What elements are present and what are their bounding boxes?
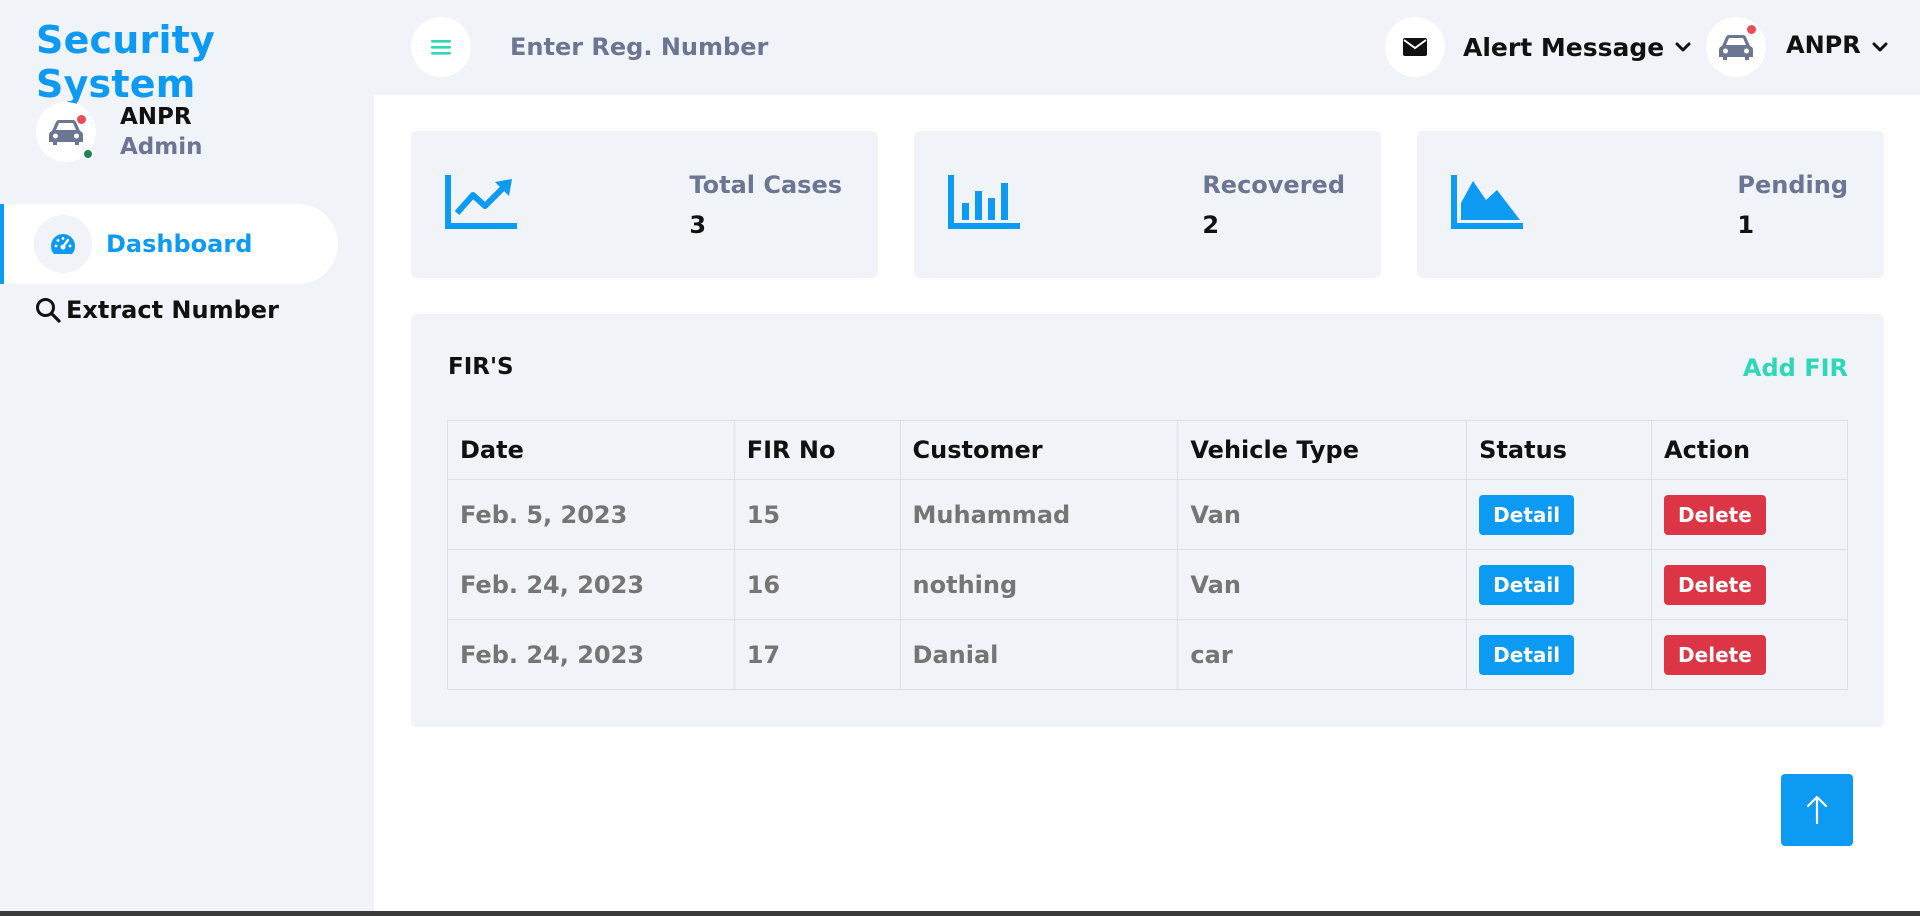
- table-row: Feb. 24, 2023 16 nothing Van Detail Dele…: [447, 549, 1848, 620]
- chart-line-icon: [445, 175, 517, 229]
- delete-button[interactable]: Delete: [1664, 564, 1766, 605]
- stat-value: 2: [1202, 211, 1220, 239]
- stat-card-recovered: Recovered 2: [914, 131, 1381, 278]
- back-to-top-button[interactable]: [1781, 774, 1853, 846]
- sidebar: Security System ANPR Admin Dashboard Ext…: [0, 0, 374, 916]
- cell-status: Detail: [1466, 479, 1653, 550]
- notification-dot: [1747, 25, 1756, 34]
- user-avatar[interactable]: [1706, 17, 1766, 77]
- table-header-row: Date FIR No Customer Vehicle Type Status…: [447, 420, 1848, 480]
- dashboard-gauge-icon: [34, 215, 92, 273]
- fir-panel: FIR'S Add FIR Date FIR No Customer Vehic…: [411, 314, 1884, 727]
- column-header-action: Action: [1651, 420, 1848, 480]
- envelope-icon: [1403, 38, 1427, 56]
- stat-value: 1: [1737, 211, 1755, 239]
- avatar: [36, 102, 96, 162]
- table-row: Feb. 24, 2023 17 Danial car Detail Delet…: [447, 619, 1848, 690]
- sidebar-item-extract-number[interactable]: Extract Number: [34, 296, 279, 324]
- sidebar-item-label: Extract Number: [66, 296, 279, 324]
- reg-number-search-input[interactable]: [510, 26, 930, 68]
- cell-status: Detail: [1466, 549, 1653, 620]
- stat-value: 3: [689, 211, 707, 239]
- cell-date: Feb. 24, 2023: [447, 619, 735, 690]
- detail-button[interactable]: Detail: [1479, 564, 1575, 605]
- add-fir-link[interactable]: Add FIR: [1743, 354, 1848, 382]
- user-name-label: ANPR: [1786, 31, 1861, 59]
- chevron-down-icon: [1675, 42, 1691, 52]
- user-menu-dropdown[interactable]: ANPR: [1706, 17, 1889, 77]
- column-header-vehicle-type: Vehicle Type: [1177, 420, 1468, 480]
- detail-button[interactable]: Detail: [1479, 634, 1575, 675]
- profile-block: ANPR Admin: [36, 102, 203, 162]
- search-icon: [36, 298, 61, 323]
- car-icon: [1719, 35, 1753, 60]
- stat-title: Pending: [1737, 171, 1848, 199]
- cell-date: Feb. 24, 2023: [447, 549, 735, 620]
- cell-customer: nothing: [899, 549, 1179, 620]
- cell-vehicle-type: car: [1177, 619, 1468, 690]
- top-header: Alert Message ANPR: [374, 0, 1920, 95]
- cell-date: Feb. 5, 2023: [447, 479, 735, 550]
- alert-message-label: Alert Message: [1463, 32, 1665, 62]
- fir-table: Date FIR No Customer Vehicle Type Status…: [447, 420, 1848, 690]
- taskbar-edge: [0, 911, 1920, 916]
- delete-button[interactable]: Delete: [1664, 494, 1766, 535]
- stat-card-total-cases: Total Cases 3: [411, 131, 878, 278]
- brand-title[interactable]: Security System: [36, 18, 374, 106]
- delete-button[interactable]: Delete: [1664, 634, 1766, 675]
- stat-title: Total Cases: [689, 171, 842, 199]
- hamburger-icon: [431, 40, 451, 55]
- profile-role: Admin: [120, 134, 203, 160]
- menu-toggle-button[interactable]: [411, 17, 471, 77]
- sidebar-item-dashboard[interactable]: Dashboard: [0, 204, 338, 284]
- column-header-customer: Customer: [899, 420, 1179, 480]
- chart-area-icon: [1451, 175, 1523, 229]
- arrow-up-icon: [1806, 795, 1828, 825]
- stat-title: Recovered: [1202, 171, 1345, 199]
- sidebar-item-label: Dashboard: [106, 230, 253, 258]
- table-row: Feb. 5, 2023 15 Muhammad Van Detail Dele…: [447, 479, 1848, 550]
- stat-card-pending: Pending 1: [1417, 131, 1884, 278]
- cell-action: Delete: [1651, 619, 1848, 690]
- cell-action: Delete: [1651, 549, 1848, 620]
- cell-customer: Danial: [899, 619, 1179, 690]
- chart-bar-icon: [948, 175, 1020, 229]
- column-header-date: Date: [447, 420, 735, 480]
- alert-message-dropdown[interactable]: Alert Message: [1385, 17, 1692, 77]
- envelope-button[interactable]: [1385, 17, 1445, 77]
- detail-button[interactable]: Detail: [1479, 494, 1575, 535]
- online-status-dot: [82, 148, 94, 160]
- notification-dot: [77, 115, 86, 124]
- cell-customer: Muhammad: [899, 479, 1179, 550]
- column-header-status: Status: [1466, 420, 1653, 480]
- cell-fir-no: 17: [733, 619, 901, 690]
- column-header-fir-no: FIR No: [733, 420, 901, 480]
- cell-vehicle-type: Van: [1177, 549, 1468, 620]
- profile-name: ANPR: [120, 104, 192, 130]
- cell-action: Delete: [1651, 479, 1848, 550]
- cell-fir-no: 15: [733, 479, 901, 550]
- cell-vehicle-type: Van: [1177, 479, 1468, 550]
- chevron-down-icon: [1872, 42, 1888, 52]
- cell-fir-no: 16: [733, 549, 901, 620]
- panel-title: FIR'S: [448, 354, 514, 380]
- cell-status: Detail: [1466, 619, 1653, 690]
